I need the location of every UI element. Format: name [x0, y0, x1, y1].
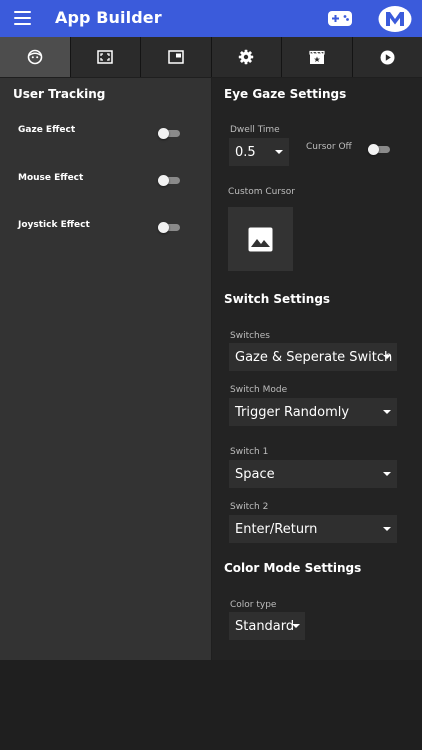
chevron-down-icon [383, 472, 391, 476]
tab-media[interactable] [282, 37, 353, 77]
chevron-down-icon [383, 355, 391, 359]
gaze-effect-toggle[interactable] [158, 128, 180, 139]
app-bar: App Builder [0, 0, 422, 37]
app-title: App Builder [55, 8, 162, 27]
chevron-down-icon [275, 150, 283, 154]
user-tracking-title: User Tracking [13, 87, 106, 101]
image-icon [248, 227, 273, 251]
custom-cursor-label: Custom Cursor [228, 187, 295, 197]
switch-2-label: Switch 2 [230, 502, 269, 512]
cursor-off-toggle[interactable] [368, 144, 390, 155]
dwell-time-value: 0.5 [235, 144, 256, 160]
tab-display[interactable] [71, 37, 141, 77]
dwell-time-select[interactable]: 0.5 [229, 138, 289, 166]
tab-bar [0, 37, 422, 77]
mouse-effect-label: Mouse Effect [18, 173, 84, 183]
tab-preview[interactable] [353, 37, 422, 77]
picture-in-picture-icon [168, 50, 184, 64]
fullscreen-icon [97, 50, 113, 64]
chevron-down-icon [383, 527, 391, 531]
switch-2-value: Enter/Return [235, 521, 318, 537]
gear-icon [239, 49, 254, 65]
color-mode-title: Color Mode Settings [224, 561, 362, 575]
tab-layout[interactable] [141, 37, 212, 77]
switch-1-value: Space [235, 466, 275, 482]
switch-mode-label: Switch Mode [230, 385, 288, 395]
cursor-off-label: Cursor Off [306, 142, 352, 152]
chevron-down-icon [383, 410, 391, 414]
dwell-time-label: Dwell Time [230, 125, 280, 135]
mouse-effect-toggle[interactable] [158, 175, 180, 186]
switch-mode-value: Trigger Randomly [235, 404, 350, 420]
m-logo-icon[interactable] [378, 5, 412, 33]
play-icon [380, 50, 395, 64]
joystick-effect-toggle[interactable] [158, 222, 180, 233]
switches-value: Gaze & Seperate Switch [235, 349, 393, 365]
joystick-effect-label: Joystick Effect [18, 220, 90, 230]
gaze-effect-label: Gaze Effect [18, 125, 76, 135]
color-type-label: Color type [230, 600, 277, 610]
switch-2-select[interactable]: Enter/Return [229, 515, 397, 543]
tab-user-tracking[interactable] [0, 37, 71, 77]
color-type-select[interactable]: Standard [229, 612, 305, 640]
custom-cursor-picker[interactable] [228, 207, 293, 271]
switches-select[interactable]: Gaze & Seperate Switch [229, 343, 397, 371]
switch-settings-title: Switch Settings [224, 292, 331, 306]
face-icon [27, 49, 43, 65]
eye-gaze-title: Eye Gaze Settings [224, 87, 347, 101]
tab-settings[interactable] [212, 37, 282, 77]
chevron-down-icon [292, 624, 300, 628]
movie-icon [309, 50, 325, 64]
user-tracking-panel [0, 78, 211, 660]
gamepad-icon[interactable] [327, 9, 353, 28]
color-type-value: Standard [235, 618, 295, 634]
switch-1-select[interactable]: Space [229, 460, 397, 488]
switches-label: Switches [230, 331, 270, 341]
switch-1-label: Switch 1 [230, 447, 269, 457]
menu-icon[interactable] [14, 11, 31, 25]
switch-mode-select[interactable]: Trigger Randomly [229, 398, 397, 426]
